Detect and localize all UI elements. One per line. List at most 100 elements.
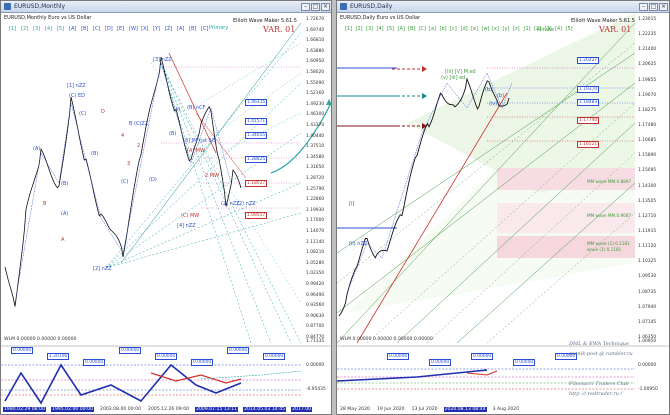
price-axis-tick: 1.34580	[306, 154, 325, 160]
zone-label: MM wave MM.0.9087	[587, 213, 632, 218]
wave-label: [3] IM nst 3/5	[183, 138, 217, 144]
top-wave-label: [3]	[366, 26, 374, 32]
wave-label: (C)	[121, 179, 129, 185]
price-axis-tick: 1.66810	[306, 38, 325, 44]
top-wave-label: [z]	[513, 26, 520, 32]
top-wave-label: [2]	[21, 26, 29, 32]
time-axis-label: 2020.08.13 08:44	[443, 407, 487, 412]
monthly-title-bar[interactable]: EURUSD,Monthly – □ ×	[1, 1, 331, 13]
top-wave-label: [1]	[9, 26, 17, 32]
monthly-chart-window[interactable]: EURUSD,Monthly – □ × EURUSD,Monthly Euro…	[0, 0, 332, 415]
time-axis-label: 1995.02.00 00:00	[51, 407, 95, 412]
price-axis-tick: 1.49230	[306, 101, 325, 107]
time-axis-label: 2014.05.03 14:45	[243, 407, 287, 412]
wave-label: A	[61, 237, 65, 243]
subwindow-tag: 1.20106	[47, 353, 70, 360]
wave-label: [4] MW	[187, 148, 205, 154]
credit-text: DML & EWA Technique	[569, 341, 629, 347]
price-axis-tick: 1.14300	[638, 183, 657, 189]
price-axis-tick: 1.43370	[306, 123, 325, 128]
close-button[interactable]: ×	[659, 2, 668, 11]
subwindow-axis-tick: 1.71335	[306, 339, 325, 344]
minimize-button[interactable]: –	[301, 2, 310, 11]
close-button[interactable]: ×	[321, 2, 330, 11]
wave-label: (B) nCF	[187, 105, 206, 111]
daily-subwindow-title: WLM 0.00000 0.00000 0.00000 0.00000	[340, 337, 433, 342]
top-wave-label: [5]	[387, 26, 395, 32]
top-wave-label: [A]	[177, 26, 185, 32]
price-tag: 1.46315	[245, 99, 268, 106]
monthly-symbol-header: EURUSD,Monthly Euro vs US Dollar	[4, 15, 92, 21]
daily-symbol-header: EURUSD,Daily Euro vs US Dollar	[340, 15, 421, 21]
top-wave-label: [A]	[397, 26, 405, 32]
price-axis-tick: 1.18275	[638, 107, 657, 113]
zone-label: wave (1) 0.1181	[587, 247, 622, 252]
daily-variant-label: VAR. 01	[599, 25, 632, 34]
price-axis-tick: 1.21400	[638, 47, 657, 53]
price-tag: 1.34655	[245, 132, 268, 139]
minimize-button[interactable]: –	[639, 2, 648, 11]
wave-label: B (C)ZZ	[129, 121, 149, 127]
subwindow-tag: 0.00000	[227, 347, 250, 354]
price-axis-tick: 0.96490	[306, 292, 325, 298]
wave-label: [4] nZZ	[177, 223, 196, 229]
subwindow-tag: 0.00000	[387, 353, 410, 360]
top-wave-label: [3]	[544, 26, 552, 32]
price-axis-tick: 1.11140	[306, 239, 325, 245]
price-axis-tick: 1.17480	[638, 123, 657, 128]
top-wave-label: [Z]	[165, 26, 173, 32]
price-axis-tick: 1.22860	[306, 197, 325, 203]
monthly-time-axis: 1980.02.29 08:00 1995.02.00 00:00 2003.08.…	[1, 405, 331, 414]
wave-label: (2) nZZ	[237, 201, 256, 207]
price-axis-tick: 1.20625	[638, 62, 657, 68]
price-tag: 1.19370	[577, 86, 600, 93]
top-wave-label: [4]	[45, 26, 53, 32]
chart-window-icon	[340, 3, 347, 10]
credit-text: Fibonacci Traders Club	[569, 381, 629, 387]
price-axis-tick: 1.07145	[638, 319, 657, 325]
top-wave-label: [b]	[439, 26, 447, 32]
price-tag: 1.16521	[577, 141, 600, 148]
wave-label: (C) MW	[181, 213, 200, 219]
subwindow-axis-tick: 0.00000	[306, 363, 325, 368]
top-wave-label: [4]	[555, 26, 563, 32]
top-wave-label: [a]	[429, 26, 436, 32]
price-tag: 1.41571	[245, 118, 268, 125]
wave-label: D	[101, 109, 105, 115]
zone-label: MM wave (1) 0.1181	[587, 241, 630, 246]
top-wave-label: [y]	[502, 26, 510, 32]
maximize-button[interactable]: □	[311, 2, 320, 11]
time-axis-label: 1980.02.29 08:00	[3, 407, 47, 412]
subwindow-tag: 0.00000	[155, 353, 178, 360]
monthly-variant-label: VAR. 01	[263, 25, 296, 34]
wave-label: (v) [iii] ed	[441, 75, 466, 81]
top-wave-label: [4]	[376, 26, 384, 32]
price-axis-tick: 1.19855	[638, 77, 657, 83]
price-axis-tick: 1.11915	[638, 229, 657, 234]
price-axis-tick: 1.12710	[638, 213, 657, 219]
wave-label: (A)	[33, 146, 41, 152]
subwindow-axis-tick: -1.00950	[638, 387, 658, 392]
price-axis-tick: 1.10325	[638, 259, 657, 265]
subwindow-tag: 0.00000	[191, 359, 214, 366]
credit-text: putnik-post @ rambler.ru	[569, 351, 633, 357]
price-axis-tick: 1.02350	[306, 271, 325, 277]
subwindow-axis-tick: 0.00000	[638, 363, 657, 368]
price-axis-tick: 1.55090	[306, 80, 325, 86]
top-wave-label: [C]	[201, 26, 209, 32]
top-wave-label: [1]	[345, 26, 353, 32]
price-axis-tick: 1.31650	[306, 165, 325, 171]
wave-label: B	[43, 201, 47, 207]
top-wave-label: [B]	[81, 26, 89, 32]
wave-label: (b)	[497, 93, 505, 99]
time-axis-label: 19 Jun 2020	[376, 407, 405, 412]
price-axis-tick: 1.23015	[638, 17, 657, 22]
wave-label: [2] nZZ	[93, 266, 112, 272]
price-axis-tick: 0.93560	[306, 303, 325, 309]
top-wave-label: [d]	[460, 26, 468, 32]
wave-label: 2 MW	[205, 173, 220, 179]
time-axis-label: 2005.12.26 09:00	[148, 407, 190, 412]
daily-chart-window[interactable]: EURUSD,Daily – □ × EURUSD,Daily Euro vs …	[336, 0, 670, 415]
maximize-button[interactable]: □	[649, 2, 658, 11]
daily-title-bar[interactable]: EURUSD,Daily – □ ×	[337, 1, 669, 13]
